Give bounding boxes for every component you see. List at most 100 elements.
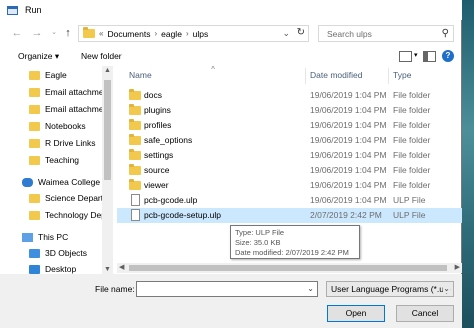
file-row-profiles[interactable]: profiles 19/06/2019 1:04 PM File folder: [117, 118, 462, 133]
file-type: File folder: [393, 135, 431, 145]
address-dropdown-icon[interactable]: ⌄: [282, 28, 290, 39]
nav-item-r-drive-links[interactable]: R Drive Links: [29, 135, 113, 151]
folder-icon: [129, 164, 141, 175]
column-divider[interactable]: [388, 68, 389, 84]
folder-icon: [29, 210, 40, 220]
scrollbar-thumb[interactable]: [104, 80, 111, 180]
nav-item-label: 3D Objects: [45, 248, 88, 258]
organize-button[interactable]: Organize ▾: [18, 51, 59, 62]
sort-indicator-icon: ˄: [211, 66, 216, 72]
file-name: pcb-gcode.ulp: [144, 195, 198, 205]
recent-locations-chevron-icon[interactable]: ⌄: [47, 26, 61, 40]
file-date: 19/06/2019 1:04 PM: [310, 120, 387, 130]
open-button[interactable]: Open: [327, 305, 385, 322]
nav-item-waimea-college[interactable]: Waimea College: [22, 174, 113, 190]
window-icon: [7, 5, 18, 15]
forward-arrow-icon[interactable]: →: [30, 26, 44, 40]
file-name: plugins: [144, 105, 171, 115]
breadcrumb-eagle[interactable]: eagle: [161, 29, 182, 39]
overflow-chevron-icon[interactable]: «: [99, 29, 103, 38]
file-row-plugins[interactable]: plugins 19/06/2019 1:04 PM File folder: [117, 103, 462, 118]
column-header-type[interactable]: Type: [393, 70, 411, 84]
file-date: 19/06/2019 1:04 PM: [310, 135, 387, 145]
nav-item-label: Email attachmen: [45, 104, 109, 114]
scroll-up-arrow-icon[interactable]: ▲: [102, 67, 113, 74]
horizontal-scrollbar[interactable]: ◀ ▶: [117, 263, 462, 273]
file-row-pcb-gcode-setup-ulp[interactable]: pcb-gcode-setup.ulp 2/07/2019 2:42 PM UL…: [117, 208, 462, 223]
folder-icon: [129, 179, 141, 190]
file-row-source[interactable]: source 19/06/2019 1:04 PM File folder: [117, 163, 462, 178]
title-bar: Run: [0, 0, 462, 20]
file-name: source: [144, 165, 170, 175]
new-folder-button[interactable]: New folder: [81, 51, 122, 61]
up-arrow-icon[interactable]: ↑: [61, 26, 75, 40]
search-icon: ⚲: [441, 28, 449, 39]
cancel-button[interactable]: Cancel: [396, 305, 454, 322]
folder-icon: [29, 138, 40, 148]
file-date: 2/07/2019 2:42 PM: [310, 210, 382, 220]
file-name: settings: [144, 150, 174, 160]
window-title: Run: [25, 5, 42, 15]
navigation-scrollbar[interactable]: ▲ ▼: [102, 66, 113, 274]
file-type: File folder: [393, 165, 431, 175]
view-options-chevron-icon[interactable]: ▾: [414, 51, 418, 59]
breadcrumb-documents[interactable]: Documents: [107, 29, 150, 39]
preview-pane-icon[interactable]: [423, 51, 436, 62]
file-type: File folder: [393, 105, 431, 115]
nav-item-email-attachments-1[interactable]: Email attachmen: [29, 84, 113, 100]
refresh-icon[interactable]: ↻: [297, 27, 305, 38]
folder-icon: [29, 155, 40, 165]
column-header-date-modified[interactable]: Date modified: [310, 70, 362, 84]
scroll-right-arrow-icon[interactable]: ▶: [455, 263, 460, 271]
help-icon[interactable]: ?: [442, 50, 454, 62]
folder-icon: [29, 104, 40, 114]
column-header-name[interactable]: Name: [129, 70, 152, 84]
file-date: 19/06/2019 1:04 PM: [310, 150, 387, 160]
nav-item-eagle[interactable]: Eagle: [29, 67, 113, 83]
folder-icon: [29, 193, 40, 203]
file-name: pcb-gcode-setup.ulp: [144, 210, 222, 220]
nav-item-this-pc[interactable]: This PC: [22, 229, 113, 245]
folder-icon: [29, 70, 40, 80]
file-type-select[interactable]: User Language Programs (*.ulp ⌄: [326, 281, 454, 297]
file-type: ULP File: [393, 195, 426, 205]
change-view-icon[interactable]: [399, 51, 412, 62]
chevron-down-icon[interactable]: ⌄: [307, 284, 314, 293]
nav-item-email-attachments-2[interactable]: Email attachmen: [29, 101, 113, 117]
file-type: File folder: [393, 150, 431, 160]
file-row-docs[interactable]: docs 19/06/2019 1:04 PM File folder: [117, 88, 462, 103]
command-bar: Organize ▾ New folder ▾ ?: [0, 46, 462, 66]
column-divider[interactable]: [305, 68, 306, 84]
folder-icon: [129, 89, 141, 100]
dialog-footer: File name: ⌄ User Language Programs (*.u…: [0, 274, 462, 328]
search-input[interactable]: Search ulps ⚲: [318, 25, 454, 42]
breadcrumb-ulps[interactable]: ulps: [193, 29, 209, 39]
nav-item-label: This PC: [38, 232, 69, 242]
file-row-pcb-gcode-ulp[interactable]: pcb-gcode.ulp 19/06/2019 1:04 PM ULP Fil…: [117, 193, 462, 208]
nav-item-label: Waimea College: [38, 177, 101, 187]
file-row-settings[interactable]: settings 19/06/2019 1:04 PM File folder: [117, 148, 462, 163]
tooltip-size: Size: 35.0 KB: [235, 238, 281, 247]
file-row-viewer[interactable]: viewer 19/06/2019 1:04 PM File folder: [117, 178, 462, 193]
scroll-down-arrow-icon[interactable]: ▼: [102, 266, 113, 273]
nav-item-teaching[interactable]: Teaching: [29, 152, 113, 168]
nav-item-technology-department[interactable]: Technology Dep: [29, 207, 113, 223]
nav-item-label: Desktop: [45, 264, 77, 274]
address-bar[interactable]: « Documents › eagle › ulps ⌄ ↻: [78, 25, 309, 42]
scroll-left-arrow-icon[interactable]: ◀: [119, 263, 124, 271]
nav-item-desktop[interactable]: Desktop: [29, 261, 113, 274]
file-date: 19/06/2019 1:04 PM: [310, 195, 387, 205]
nav-item-notebooks[interactable]: Notebooks: [29, 118, 113, 134]
nav-item-science-department[interactable]: Science Departm: [29, 190, 113, 206]
back-arrow-icon[interactable]: ←: [10, 26, 24, 40]
file-row-safe-options[interactable]: safe_options 19/06/2019 1:04 PM File fol…: [117, 133, 462, 148]
background-window-edge: [462, 0, 474, 328]
file-info-tooltip: Type: ULP File Size: 35.0 KB Date modifi…: [230, 225, 360, 259]
nav-item-label: R Drive Links: [45, 138, 96, 148]
nav-item-label: Eagle: [45, 70, 67, 80]
nav-item-3d-objects[interactable]: 3D Objects: [29, 245, 113, 261]
file-name-input[interactable]: ⌄: [136, 281, 318, 297]
scrollbar-thumb[interactable]: [129, 265, 447, 271]
file-icon: [131, 194, 140, 206]
file-type: File folder: [393, 120, 431, 130]
